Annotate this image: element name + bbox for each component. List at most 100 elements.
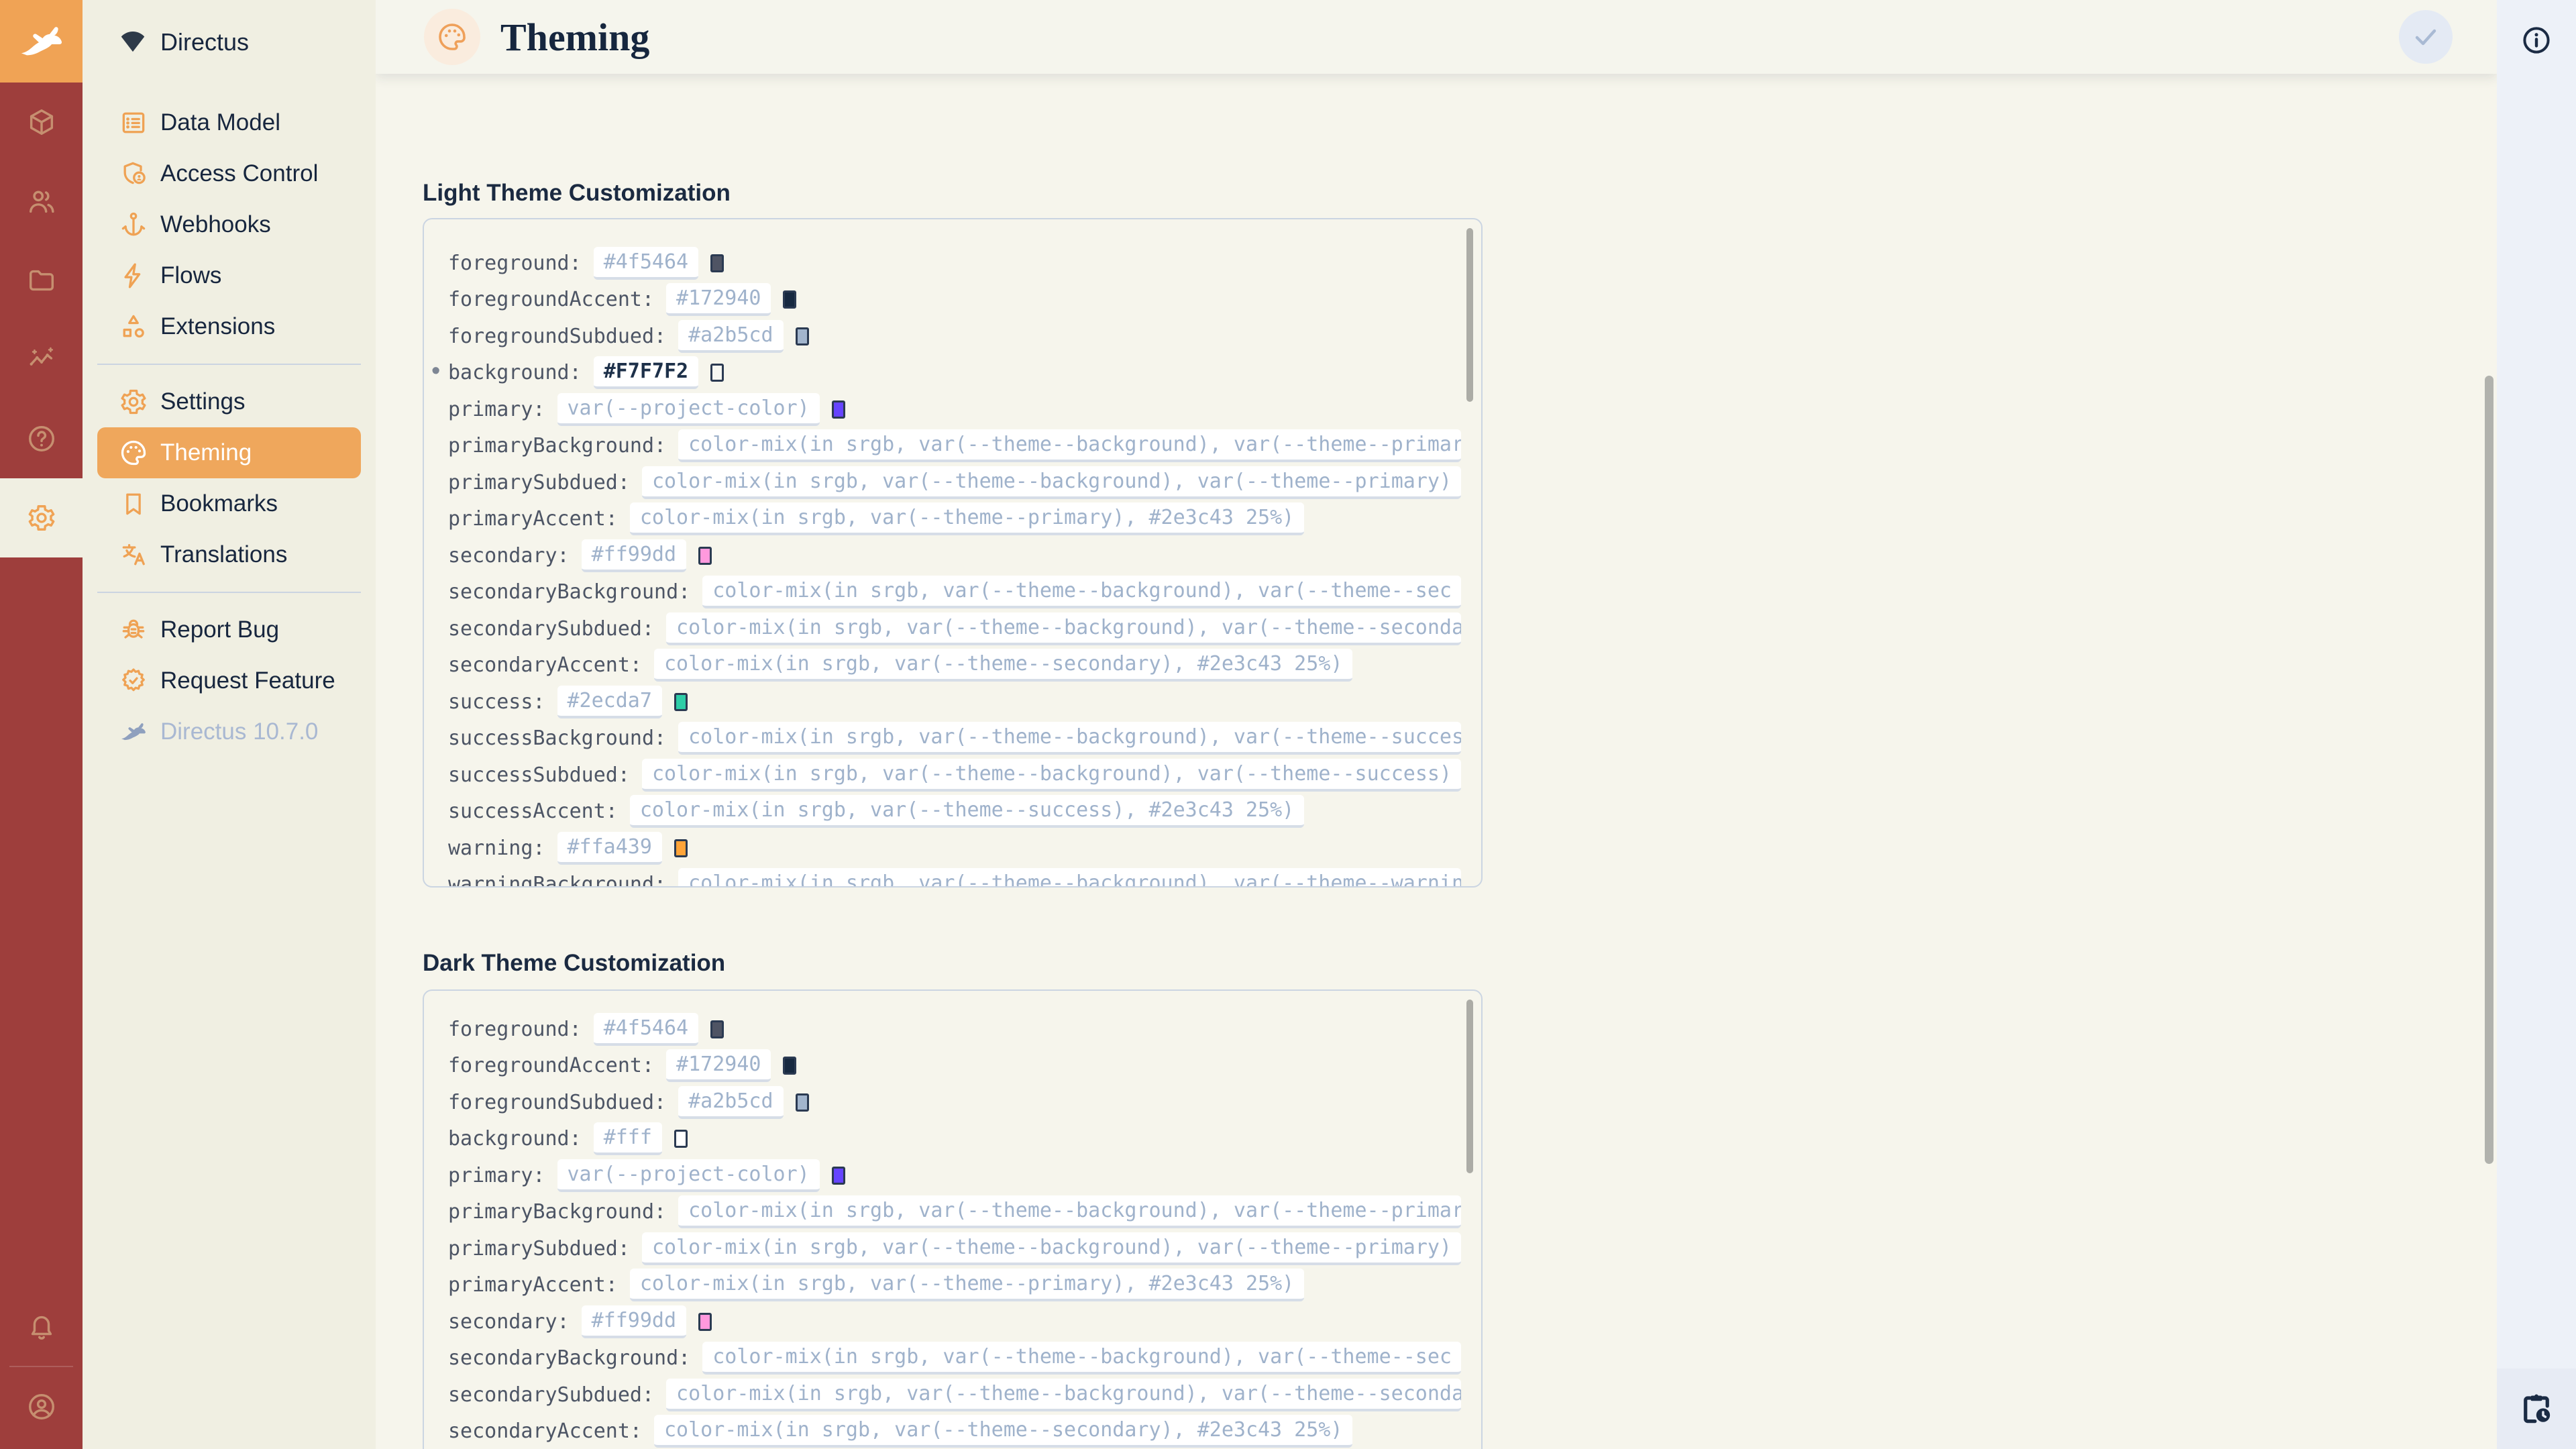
dark-theme-editor[interactable]: foreground:#4f5464foregroundAccent:#1729… bbox=[423, 989, 1483, 1449]
field-key: secondaryAccent: bbox=[448, 653, 642, 677]
module-notifications[interactable] bbox=[0, 1287, 83, 1366]
module-settings[interactable] bbox=[0, 478, 83, 557]
field-value-input[interactable]: color-mix(in srgb, var(--theme--backgrou… bbox=[666, 612, 1461, 645]
light-theme-scrollbar-thumb[interactable] bbox=[1466, 228, 1473, 402]
module-content[interactable] bbox=[0, 83, 83, 162]
users-icon bbox=[26, 186, 57, 217]
field-value-input[interactable]: color-mix(in srgb, var(--theme--secondar… bbox=[654, 649, 1352, 682]
field-value-input[interactable]: color-mix(in srgb, var(--theme--primary)… bbox=[630, 1269, 1304, 1301]
field-value-input[interactable]: #a2b5cd bbox=[678, 320, 783, 353]
field-value-input[interactable]: color-mix(in srgb, var(--theme--secondar… bbox=[654, 1415, 1352, 1448]
save-button[interactable] bbox=[2399, 10, 2453, 64]
color-swatch[interactable] bbox=[710, 254, 724, 272]
field-value-input[interactable]: #172940 bbox=[666, 283, 771, 316]
color-swatch[interactable] bbox=[832, 1167, 845, 1185]
field-value-input[interactable]: color-mix(in srgb, var(--theme--backgrou… bbox=[702, 1342, 1461, 1375]
sidebar-item-bookmarks[interactable]: Bookmarks bbox=[97, 478, 361, 529]
sidebar-item-theming[interactable]: Theming bbox=[97, 427, 361, 478]
sidebar-item-webhooks[interactable]: Webhooks bbox=[97, 199, 361, 250]
sidebar-item-settings[interactable]: Settings bbox=[97, 376, 361, 427]
color-swatch[interactable] bbox=[710, 1020, 724, 1038]
module-users[interactable] bbox=[0, 162, 83, 241]
module-docs[interactable] bbox=[0, 399, 83, 478]
field-value-input[interactable]: color-mix(in srgb, var(--theme--backgrou… bbox=[702, 576, 1461, 608]
page-scrollbar-thumb[interactable] bbox=[2485, 376, 2493, 1164]
sidebar-item-report-bug[interactable]: Report Bug bbox=[97, 604, 361, 655]
field-value-input[interactable]: color-mix(in srgb, var(--theme--backgrou… bbox=[642, 1232, 1461, 1265]
rabbit-icon bbox=[119, 717, 148, 747]
theme-field-row-secondarySubdued: secondarySubdued:color-mix(in srgb, var(… bbox=[448, 1377, 1461, 1413]
field-value-input[interactable]: #fff bbox=[594, 1122, 662, 1155]
nav-group-0: Data ModelAccess ControlWebhooks Flows Ext… bbox=[97, 97, 361, 352]
field-value-input[interactable]: var(--project-color) bbox=[557, 1159, 820, 1192]
clipboard-clock-icon bbox=[2519, 1391, 2554, 1426]
color-swatch[interactable] bbox=[674, 693, 688, 711]
color-swatch[interactable] bbox=[674, 839, 688, 857]
bookmark-icon bbox=[119, 489, 148, 519]
field-value-input[interactable]: #ff99dd bbox=[582, 1305, 686, 1338]
sidebar-item-extensions[interactable]: Extensions bbox=[97, 301, 361, 352]
field-value-input[interactable]: color-mix(in srgb, var(--theme--backgrou… bbox=[642, 759, 1461, 792]
field-value-input[interactable]: #F7F7F2 bbox=[594, 356, 698, 389]
dark-theme-section-title: Dark Theme Customization bbox=[423, 950, 725, 977]
field-value-input[interactable]: #2ecda7 bbox=[557, 686, 662, 718]
field-value-input[interactable]: var(--project-color) bbox=[557, 393, 820, 426]
theme-field-row-primarySubdued: primarySubdued: color-mix(in srgb, var(--… bbox=[448, 464, 1461, 501]
sidebar-item-data-model[interactable]: Data Model bbox=[97, 97, 361, 148]
revisions-section-toggle[interactable] bbox=[2497, 1368, 2576, 1449]
sidebar-item-label: Bookmarks bbox=[160, 490, 278, 517]
theme-field-row-successAccent: successAccent:color-mix(in srgb, var(--t… bbox=[448, 794, 1461, 830]
sidebar-item-label: Flows bbox=[160, 262, 221, 289]
field-value-input[interactable]: #172940 bbox=[666, 1049, 771, 1082]
field-value-input[interactable]: #ff99dd bbox=[582, 539, 686, 572]
sidebar-item-flows[interactable]: Flows bbox=[97, 250, 361, 301]
color-swatch[interactable] bbox=[796, 1093, 809, 1112]
sidebar-item-label: Translations bbox=[160, 541, 287, 568]
color-swatch[interactable] bbox=[783, 1057, 796, 1075]
field-key: background: bbox=[448, 361, 582, 384]
module-insights[interactable] bbox=[0, 320, 83, 399]
field-value-input[interactable]: color-mix(in srgb, var(--theme--backgrou… bbox=[678, 868, 1461, 886]
field-value-input[interactable]: color-mix(in srgb, var(--theme--backgrou… bbox=[678, 1195, 1461, 1228]
color-swatch[interactable] bbox=[783, 290, 796, 309]
field-value-input[interactable]: #ffa439 bbox=[557, 832, 662, 865]
nav-sidebar: Directus Data ModelAccess ControlWebhook… bbox=[83, 0, 376, 1449]
field-key: foregroundAccent: bbox=[448, 1054, 654, 1077]
color-swatch[interactable] bbox=[832, 400, 845, 419]
field-key: primarySubdued: bbox=[448, 471, 630, 494]
module-files[interactable] bbox=[0, 241, 83, 320]
field-value-input[interactable]: color-mix(in srgb, var(--theme--primary)… bbox=[630, 502, 1304, 535]
sidebar-item-access-control[interactable]: Access Control bbox=[97, 148, 361, 199]
bug-icon bbox=[119, 615, 148, 645]
module-bar bbox=[0, 0, 83, 1449]
color-swatch[interactable] bbox=[674, 1130, 688, 1148]
light-theme-rows: foreground:#4f5464foregroundAccent:#1729… bbox=[424, 219, 1481, 886]
field-value-input[interactable]: color-mix(in srgb, var(--theme--backgrou… bbox=[678, 429, 1461, 462]
field-value-input[interactable]: color-mix(in srgb, var(--theme--success)… bbox=[630, 795, 1304, 828]
info-icon bbox=[2520, 24, 2553, 56]
field-key: foregroundAccent: bbox=[448, 288, 654, 311]
dark-theme-scrollbar-thumb[interactable] bbox=[1466, 1000, 1473, 1173]
module-account[interactable] bbox=[0, 1367, 83, 1446]
color-swatch[interactable] bbox=[710, 364, 724, 382]
theme-field-row-warningBackground: warningBackground:color-mix(in srgb, var… bbox=[448, 867, 1461, 887]
sidebar-item-translations[interactable]: Translations bbox=[97, 529, 361, 580]
gear-icon bbox=[26, 502, 57, 533]
field-value-input[interactable]: #4f5464 bbox=[594, 1013, 698, 1046]
directus-logo[interactable] bbox=[0, 0, 83, 83]
light-theme-editor[interactable]: foreground:#4f5464foregroundAccent:#1729… bbox=[423, 218, 1483, 888]
field-value-input[interactable]: color-mix(in srgb, var(--theme--backgrou… bbox=[678, 722, 1461, 755]
field-value-input[interactable]: #a2b5cd bbox=[678, 1086, 783, 1119]
check-icon bbox=[2410, 21, 2442, 53]
theme-field-row-primarySubdued: primarySubdued:color-mix(in srgb, var(--… bbox=[448, 1230, 1461, 1267]
color-swatch[interactable] bbox=[796, 327, 809, 345]
info-button[interactable] bbox=[2520, 24, 2553, 58]
nav-group-2: Report BugRequest FeatureDirectus 10.7.0 bbox=[97, 592, 361, 757]
sidebar-item-request-feature[interactable]: Request Feature bbox=[97, 655, 361, 706]
color-swatch[interactable] bbox=[698, 1313, 712, 1331]
field-value-input[interactable]: color-mix(in srgb, var(--theme--backgrou… bbox=[666, 1379, 1461, 1411]
field-value-input[interactable]: #4f5464 bbox=[594, 247, 698, 280]
field-value-input[interactable]: color-mix(in srgb, var(--theme--backgrou… bbox=[642, 466, 1461, 499]
project-chooser[interactable]: Directus bbox=[97, 0, 361, 84]
color-swatch[interactable] bbox=[698, 547, 712, 565]
